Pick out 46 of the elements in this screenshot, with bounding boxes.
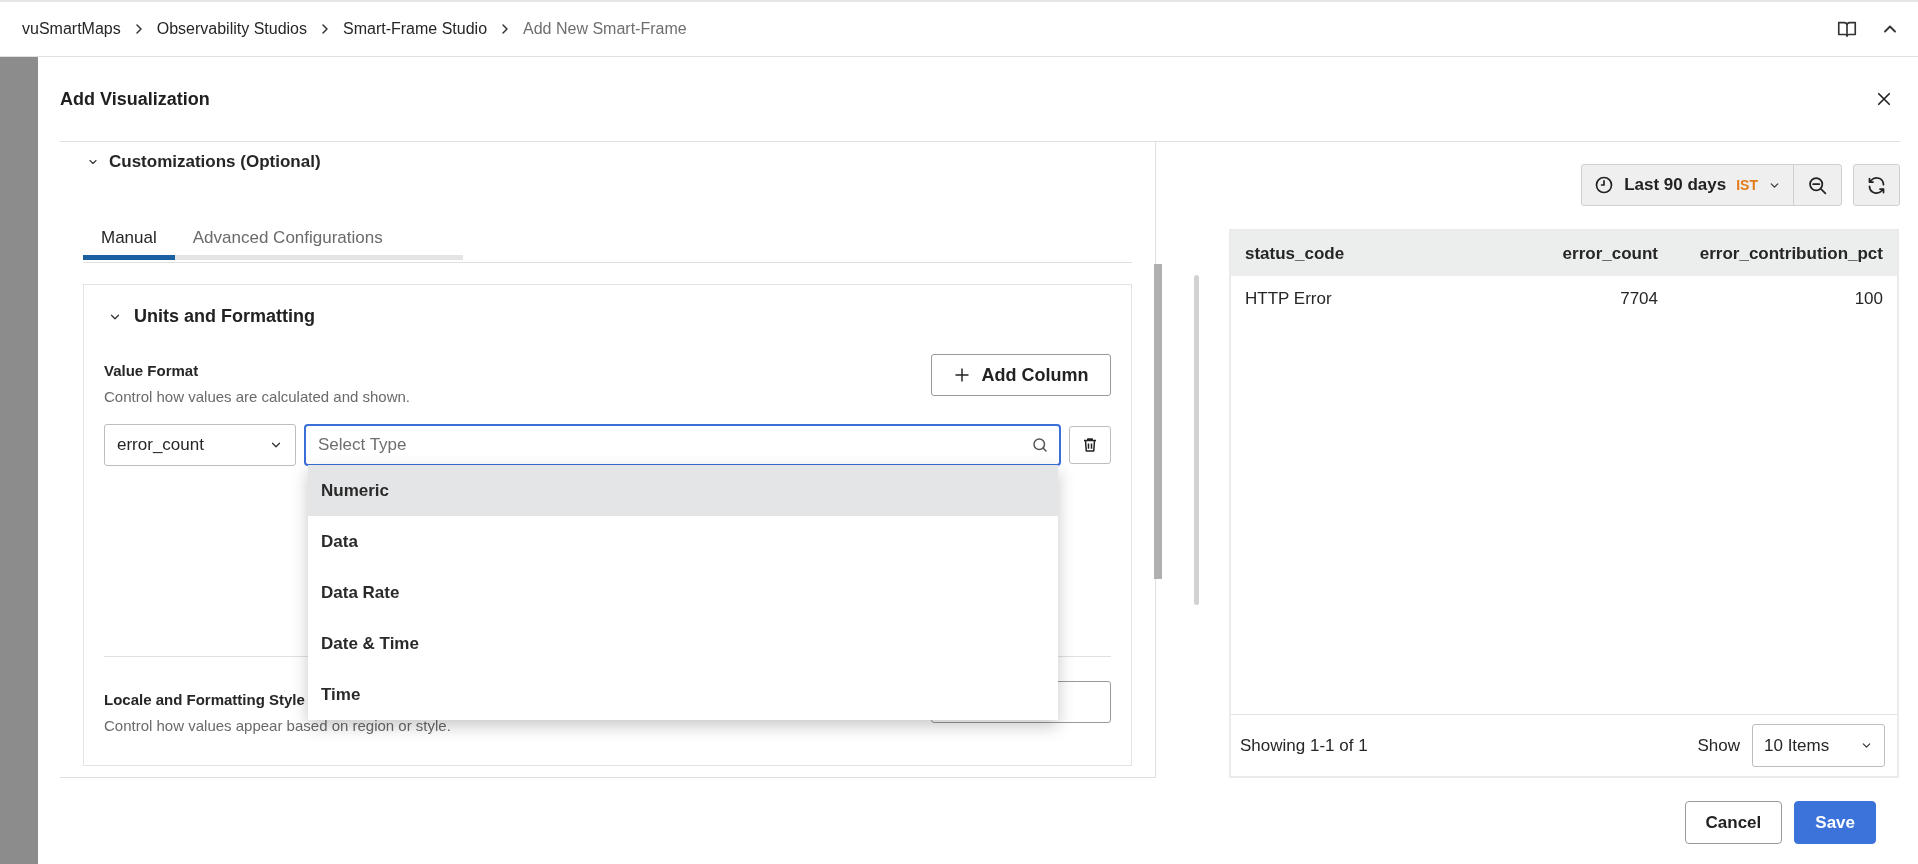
time-range-picker[interactable]: Last 90 days IST: [1581, 164, 1842, 206]
dropdown-option[interactable]: Data: [308, 516, 1058, 567]
breadcrumb-item[interactable]: Smart-Frame Studio: [343, 17, 488, 41]
table-cell-text: HTTP Error: [1245, 287, 1333, 310]
dropdown-option[interactable]: Time: [308, 669, 1058, 720]
column-header[interactable]: error_contribution_pct: [1658, 240, 1883, 267]
search-icon: [1031, 436, 1049, 454]
scrollbar-thumb[interactable]: [1154, 264, 1162, 579]
type-search-field[interactable]: Select Type: [304, 424, 1061, 466]
time-range-label: Last 90 days: [1624, 174, 1727, 197]
delete-button[interactable]: [1069, 426, 1111, 464]
table-cell-text: 7704: [1619, 287, 1658, 310]
refresh-button[interactable]: [1853, 164, 1900, 206]
breadcrumb-item: Add New Smart-Frame: [523, 19, 687, 39]
field-description: Control how values are calculated and shown.: [104, 386, 410, 407]
page-size-select[interactable]: 10 Items: [1752, 724, 1885, 767]
show-label: Show: [1697, 734, 1740, 757]
scrollbar-thumb[interactable]: [1194, 275, 1199, 605]
add-column-button[interactable]: Add Column: [931, 354, 1111, 396]
timezone-label: IST: [1736, 175, 1758, 195]
refresh-icon: [1866, 174, 1887, 196]
plus-icon: [953, 367, 970, 383]
table-cell-text: 100: [1853, 287, 1883, 310]
section-title[interactable]: Customizations (Optional): [109, 149, 321, 175]
cancel-button[interactable]: Cancel: [1684, 801, 1783, 844]
trash-icon: [1081, 436, 1099, 454]
button-outline[interactable]: [931, 681, 1111, 723]
section-title[interactable]: Units and Formatting: [134, 303, 315, 330]
field-label: Locale and Formatting Style: [104, 690, 305, 710]
tab[interactable]: Manual: [83, 220, 175, 260]
column-select[interactable]: error_count: [104, 424, 296, 466]
column-header[interactable]: status_code: [1245, 240, 1458, 267]
dialog-title: Add Visualization: [60, 87, 210, 111]
save-button[interactable]: Save: [1794, 801, 1876, 844]
clock-icon: [1594, 175, 1615, 195]
dropdown-option[interactable]: Numeric: [308, 465, 1058, 516]
tab[interactable]: Advanced Configurations: [174, 220, 463, 260]
breadcrumb-item[interactable]: vuSmartMaps: [22, 17, 121, 41]
dropdown-option[interactable]: Data Rate: [308, 567, 1058, 618]
column-header[interactable]: error_count: [1458, 240, 1658, 267]
dropdown-option[interactable]: Date & Time: [308, 618, 1058, 669]
breadcrumb-item[interactable]: Observability Studios: [156, 17, 307, 41]
close-icon: [1875, 90, 1893, 108]
field-label: Value Format: [104, 361, 200, 381]
pagination-summary: Showing 1-1 of 1: [1240, 734, 1368, 757]
zoom-out-icon[interactable]: [1807, 174, 1828, 196]
